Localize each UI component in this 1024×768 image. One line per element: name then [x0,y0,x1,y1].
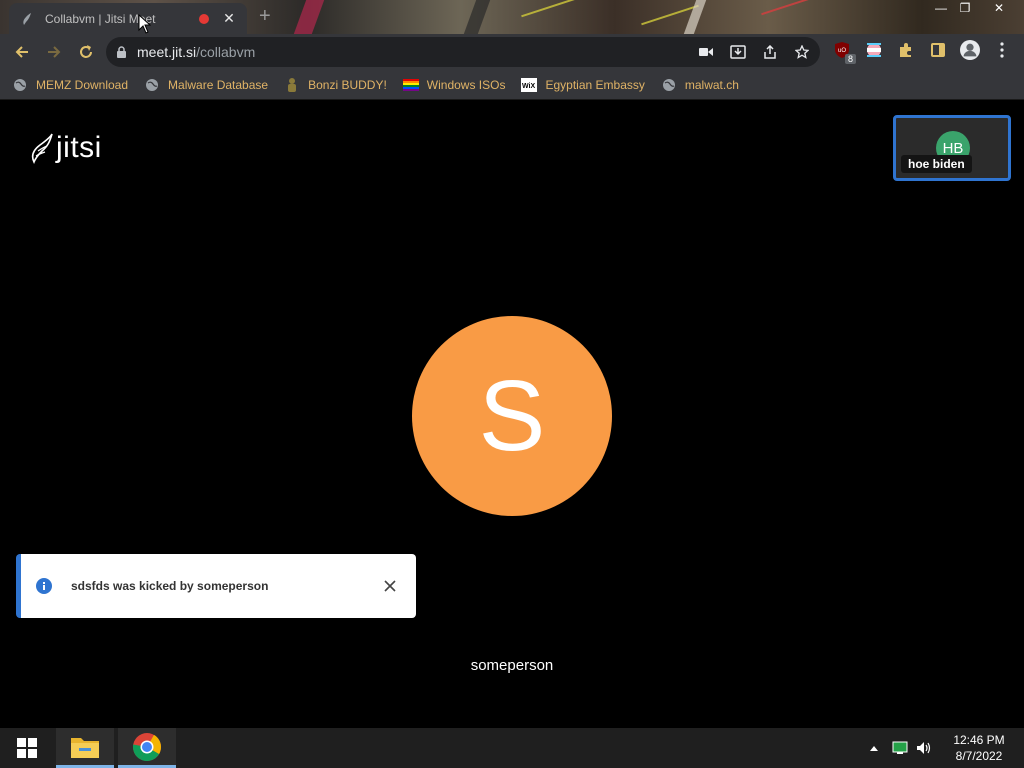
bookmark-memz[interactable]: MEMZ Download [12,77,128,93]
globe-icon [661,77,677,93]
bookmark-bonzi-buddy[interactable]: Bonzi BUDDY! [284,77,387,93]
dominant-speaker-name: someperson [470,657,554,674]
bookmark-label: malwat.ch [684,77,739,92]
camera-in-use-icon[interactable] [696,42,716,62]
wix-icon: WiX [521,77,538,93]
extensions-puzzle-icon[interactable] [896,40,916,60]
forward-arrow-icon [48,46,61,58]
bookmark-windows-isos[interactable]: Windows ISOs [402,77,506,93]
address-bar[interactable]: meet.jit.si/collabvm [106,37,820,67]
bookmarks-bar: MEMZ Download Malware Database Bonzi BUD… [0,70,1024,100]
browser-menu-icon[interactable] [992,40,1012,60]
window-close-button[interactable]: ✕ [986,0,1012,18]
tab-title: Collabvm | Jitsi Meet [45,11,156,26]
svg-text:uO: uO [838,48,846,54]
dominant-speaker-avatar: S [412,316,612,516]
profile-avatar-icon[interactable] [960,40,980,60]
side-panel-icon[interactable] [928,40,948,60]
wallpaper-stroke [521,0,579,18]
browser-toolbar: meet.jit.si/collabvm uO 8 [0,34,1024,70]
forward-button[interactable] [38,36,70,68]
jitsi-logo-icon [31,133,53,164]
new-tab-button[interactable]: + [259,6,271,26]
windows-taskbar: 12:46 PM 8/7/2022 [0,728,1024,768]
rainbow-flag-icon [402,77,419,93]
back-arrow-icon [15,46,28,58]
browser-tab-strip: Collabvm | Jitsi Meet ✕ + — ❐ ✕ [0,0,1024,34]
bookmark-star-icon[interactable] [792,42,812,62]
svg-text:WiX: WiX [522,83,535,90]
lock-icon [117,45,126,58]
taskbar-file-explorer[interactable] [56,728,114,768]
recording-indicator-icon [199,13,209,24]
show-hidden-icons-icon[interactable] [864,738,884,758]
url-path: /collabvm [196,44,256,60]
volume-icon[interactable] [914,738,934,758]
ublock-origin-icon[interactable]: uO 8 [832,40,856,64]
start-button[interactable] [0,728,54,768]
bookmark-label: Egyptian Embassy [545,77,645,92]
clock-time: 12:46 PM [953,733,1005,747]
url-host: meet.jit.si [137,44,197,60]
mouse-cursor-icon [138,14,151,34]
bookmark-label: MEMZ Download [36,77,129,92]
browser-tab[interactable]: Collabvm | Jitsi Meet ✕ [9,3,247,34]
screen: Collabvm | Jitsi Meet ✕ + — ❐ ✕ meet.jit… [0,0,1024,768]
flag-extension-icon[interactable] [864,40,884,60]
jitsi-logo[interactable]: jitsi [30,131,102,165]
folder-icon [71,737,99,758]
reload-icon [80,45,92,58]
ublock-badge: 8 [844,54,856,64]
taskbar-clock[interactable]: 12:46 PM 8/7/2022 [944,732,1014,764]
bookmark-egyptian-embassy[interactable]: WiX Egyptian Embassy [521,77,645,93]
jitsi-favicon-icon [19,11,35,27]
tab-close-icon[interactable]: ✕ [221,10,237,27]
clock-date: 8/7/2022 [955,749,1003,763]
chrome-icon [132,732,161,761]
minimize-button[interactable]: — [928,0,954,18]
participant-thumbnail[interactable]: HB hoe biden [893,115,1011,181]
wallpaper-stroke [463,0,491,34]
wallpaper-stroke [683,0,707,34]
thumbnail-display-name: hoe biden [901,155,972,173]
globe-icon [144,77,160,93]
wallpaper-stroke [761,0,819,16]
globe-icon [12,77,28,93]
bookmark-label: Bonzi BUDDY! [308,77,387,92]
notification-toast: sdsfds was kicked by someperson [16,554,416,618]
jitsi-logo-text: jitsi [56,131,102,164]
restore-button[interactable]: ❐ [952,0,978,18]
share-icon[interactable] [760,42,780,62]
install-app-icon[interactable] [728,42,748,62]
notification-message: sdsfds was kicked by someperson [71,579,269,593]
bookmark-label: Windows ISOs [426,77,506,92]
wallpaper-stroke [293,0,325,34]
back-button[interactable] [6,36,38,68]
bonzi-icon [284,77,300,93]
reload-button[interactable] [70,36,102,68]
system-tray: 12:46 PM 8/7/2022 [864,728,1024,768]
network-icon[interactable] [890,738,910,758]
close-icon [384,580,396,592]
bookmark-malware-database[interactable]: Malware Database [144,77,268,93]
bookmark-label: Malware Database [168,77,269,92]
windows-logo-icon [17,738,37,758]
bookmark-malwatch[interactable]: malwat.ch [661,77,739,93]
notification-close-button[interactable] [378,574,402,598]
info-icon [36,578,52,594]
jitsi-meeting-view: jitsi HB hoe biden S sdsfds was kicked b… [0,101,1024,728]
taskbar-chrome[interactable] [118,728,176,768]
